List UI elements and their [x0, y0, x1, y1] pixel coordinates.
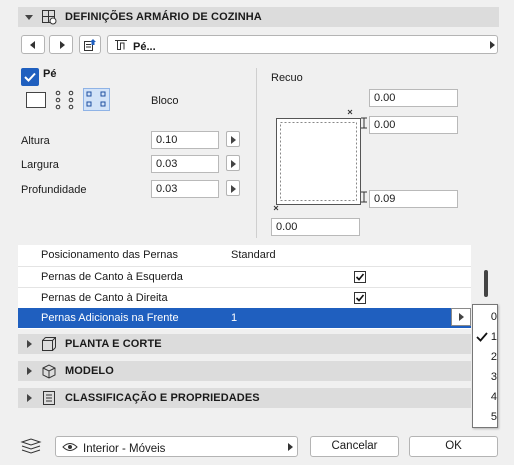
- view-selector[interactable]: Interior - Móveis: [55, 436, 298, 457]
- cancel-button[interactable]: Cancelar: [310, 436, 399, 457]
- arrow-right-icon: [60, 41, 65, 49]
- settings-header[interactable]: DEFINIÇÕES ARMÁRIO DE COZINHA: [18, 7, 499, 27]
- height-label: Altura: [21, 135, 50, 147]
- row-label: Pernas de Canto à Esquerda: [41, 271, 183, 283]
- document-icon: [43, 391, 55, 405]
- leg-style-selected[interactable]: [83, 88, 110, 111]
- pe-checkbox-label: Pé: [43, 68, 57, 80]
- height-field[interactable]: 0.10: [151, 131, 219, 149]
- section-title: CLASSIFICAÇÃO E PROPRIEDADES: [65, 392, 260, 404]
- width-field[interactable]: 0.03: [151, 155, 219, 173]
- height-arrow-button[interactable]: [226, 131, 240, 147]
- section-modelo[interactable]: MODELO: [18, 361, 471, 381]
- checkmark-icon: [355, 294, 365, 302]
- next-button[interactable]: [49, 35, 73, 54]
- recuo-bottom-field[interactable]: 0.00: [271, 218, 360, 236]
- settings-title: DEFINIÇÕES ARMÁRIO DE COZINHA: [65, 11, 262, 23]
- section-planta-corte[interactable]: PLANTA E CORTE: [18, 334, 471, 354]
- expand-icon: [27, 394, 32, 402]
- expand-icon: [27, 367, 32, 375]
- pe-checkbox[interactable]: [21, 68, 39, 86]
- depth-field[interactable]: 0.03: [151, 180, 219, 198]
- leg-style-corners-icon[interactable]: [54, 89, 76, 111]
- dropdown-option[interactable]: 4: [473, 387, 506, 407]
- row-value: Standard: [231, 249, 276, 261]
- row-label: Pernas Adicionais na Frente: [41, 312, 179, 324]
- part-selector[interactable]: Pé...: [107, 35, 498, 54]
- view-label: Interior - Móveis: [83, 443, 166, 455]
- chevron-right-icon: [231, 160, 236, 168]
- section-title: PLANTA E CORTE: [65, 338, 162, 350]
- leg-style-grid-icon: [86, 91, 106, 107]
- expand-icon: [27, 340, 32, 348]
- recuo-right-top-field[interactable]: 0.00: [369, 116, 458, 134]
- row-label: Pernas de Canto à Direita: [41, 292, 168, 304]
- dropdown-option[interactable]: 2: [473, 347, 506, 367]
- corner-right-checkbox[interactable]: [354, 292, 366, 304]
- chevron-right-icon: [490, 41, 495, 49]
- count-dropdown-list[interactable]: 0 1 2 3 4 5: [472, 304, 498, 428]
- legs-table: Posicionamento das Pernas Standard Perna…: [18, 245, 471, 329]
- width-arrow-button[interactable]: [226, 155, 240, 171]
- layers-icon[interactable]: [20, 437, 42, 455]
- chevron-right-icon: [288, 443, 293, 451]
- floorplan-icon: [42, 337, 56, 351]
- checkmark-icon: [355, 273, 365, 281]
- cabinet-settings-icon: [41, 9, 57, 25]
- leg-style-label: Bloco: [151, 95, 179, 107]
- corner-left-checkbox[interactable]: [354, 271, 366, 283]
- recuo-top-field[interactable]: 0.00: [369, 89, 458, 107]
- table-row[interactable]: Posicionamento das Pernas Standard: [18, 245, 471, 266]
- chevron-right-icon: [231, 136, 236, 144]
- dropdown-option[interactable]: 3: [473, 367, 506, 387]
- dropdown-option[interactable]: 5: [473, 407, 506, 427]
- dropdown-button[interactable]: [451, 308, 471, 326]
- leg-icon: [115, 40, 127, 50]
- section-classificacao[interactable]: CLASSIFICAÇÃO E PROPRIEDADES: [18, 388, 471, 408]
- recuo-right-bottom-field[interactable]: 0.09: [369, 190, 458, 208]
- table-scrollbar-thumb[interactable]: [484, 270, 488, 297]
- recuo-label: Recuo: [271, 72, 303, 84]
- checkmark-icon: [24, 72, 36, 82]
- recuo-diagram: [273, 109, 367, 211]
- dropdown-option[interactable]: 0: [473, 307, 506, 327]
- favorites-button[interactable]: [79, 35, 101, 54]
- vertical-divider: [256, 68, 257, 238]
- arrow-left-icon: [30, 41, 35, 49]
- ok-button[interactable]: OK: [409, 436, 498, 457]
- row-value: 1: [231, 312, 238, 324]
- selector-label: Pé...: [133, 41, 156, 53]
- table-row[interactable]: Pernas de Canto à Direita: [18, 287, 471, 308]
- depth-arrow-button[interactable]: [226, 180, 240, 196]
- chevron-right-icon: [231, 185, 236, 193]
- cube-icon: [42, 364, 56, 379]
- depth-label: Profundidade: [21, 184, 87, 196]
- width-label: Largura: [21, 159, 59, 171]
- chevron-right-icon: [459, 313, 464, 321]
- row-label: Posicionamento das Pernas: [41, 249, 178, 261]
- leg-style-block-icon[interactable]: [26, 92, 46, 108]
- prev-button[interactable]: [21, 35, 45, 54]
- eye-icon: [62, 443, 78, 451]
- table-row-selected[interactable]: Pernas Adicionais na Frente 1: [18, 308, 471, 328]
- collapse-icon: [25, 15, 33, 20]
- checkmark-icon: [476, 332, 488, 342]
- table-row[interactable]: Pernas de Canto à Esquerda: [18, 266, 471, 287]
- favorites-icon: [84, 39, 96, 51]
- section-title: MODELO: [65, 365, 114, 377]
